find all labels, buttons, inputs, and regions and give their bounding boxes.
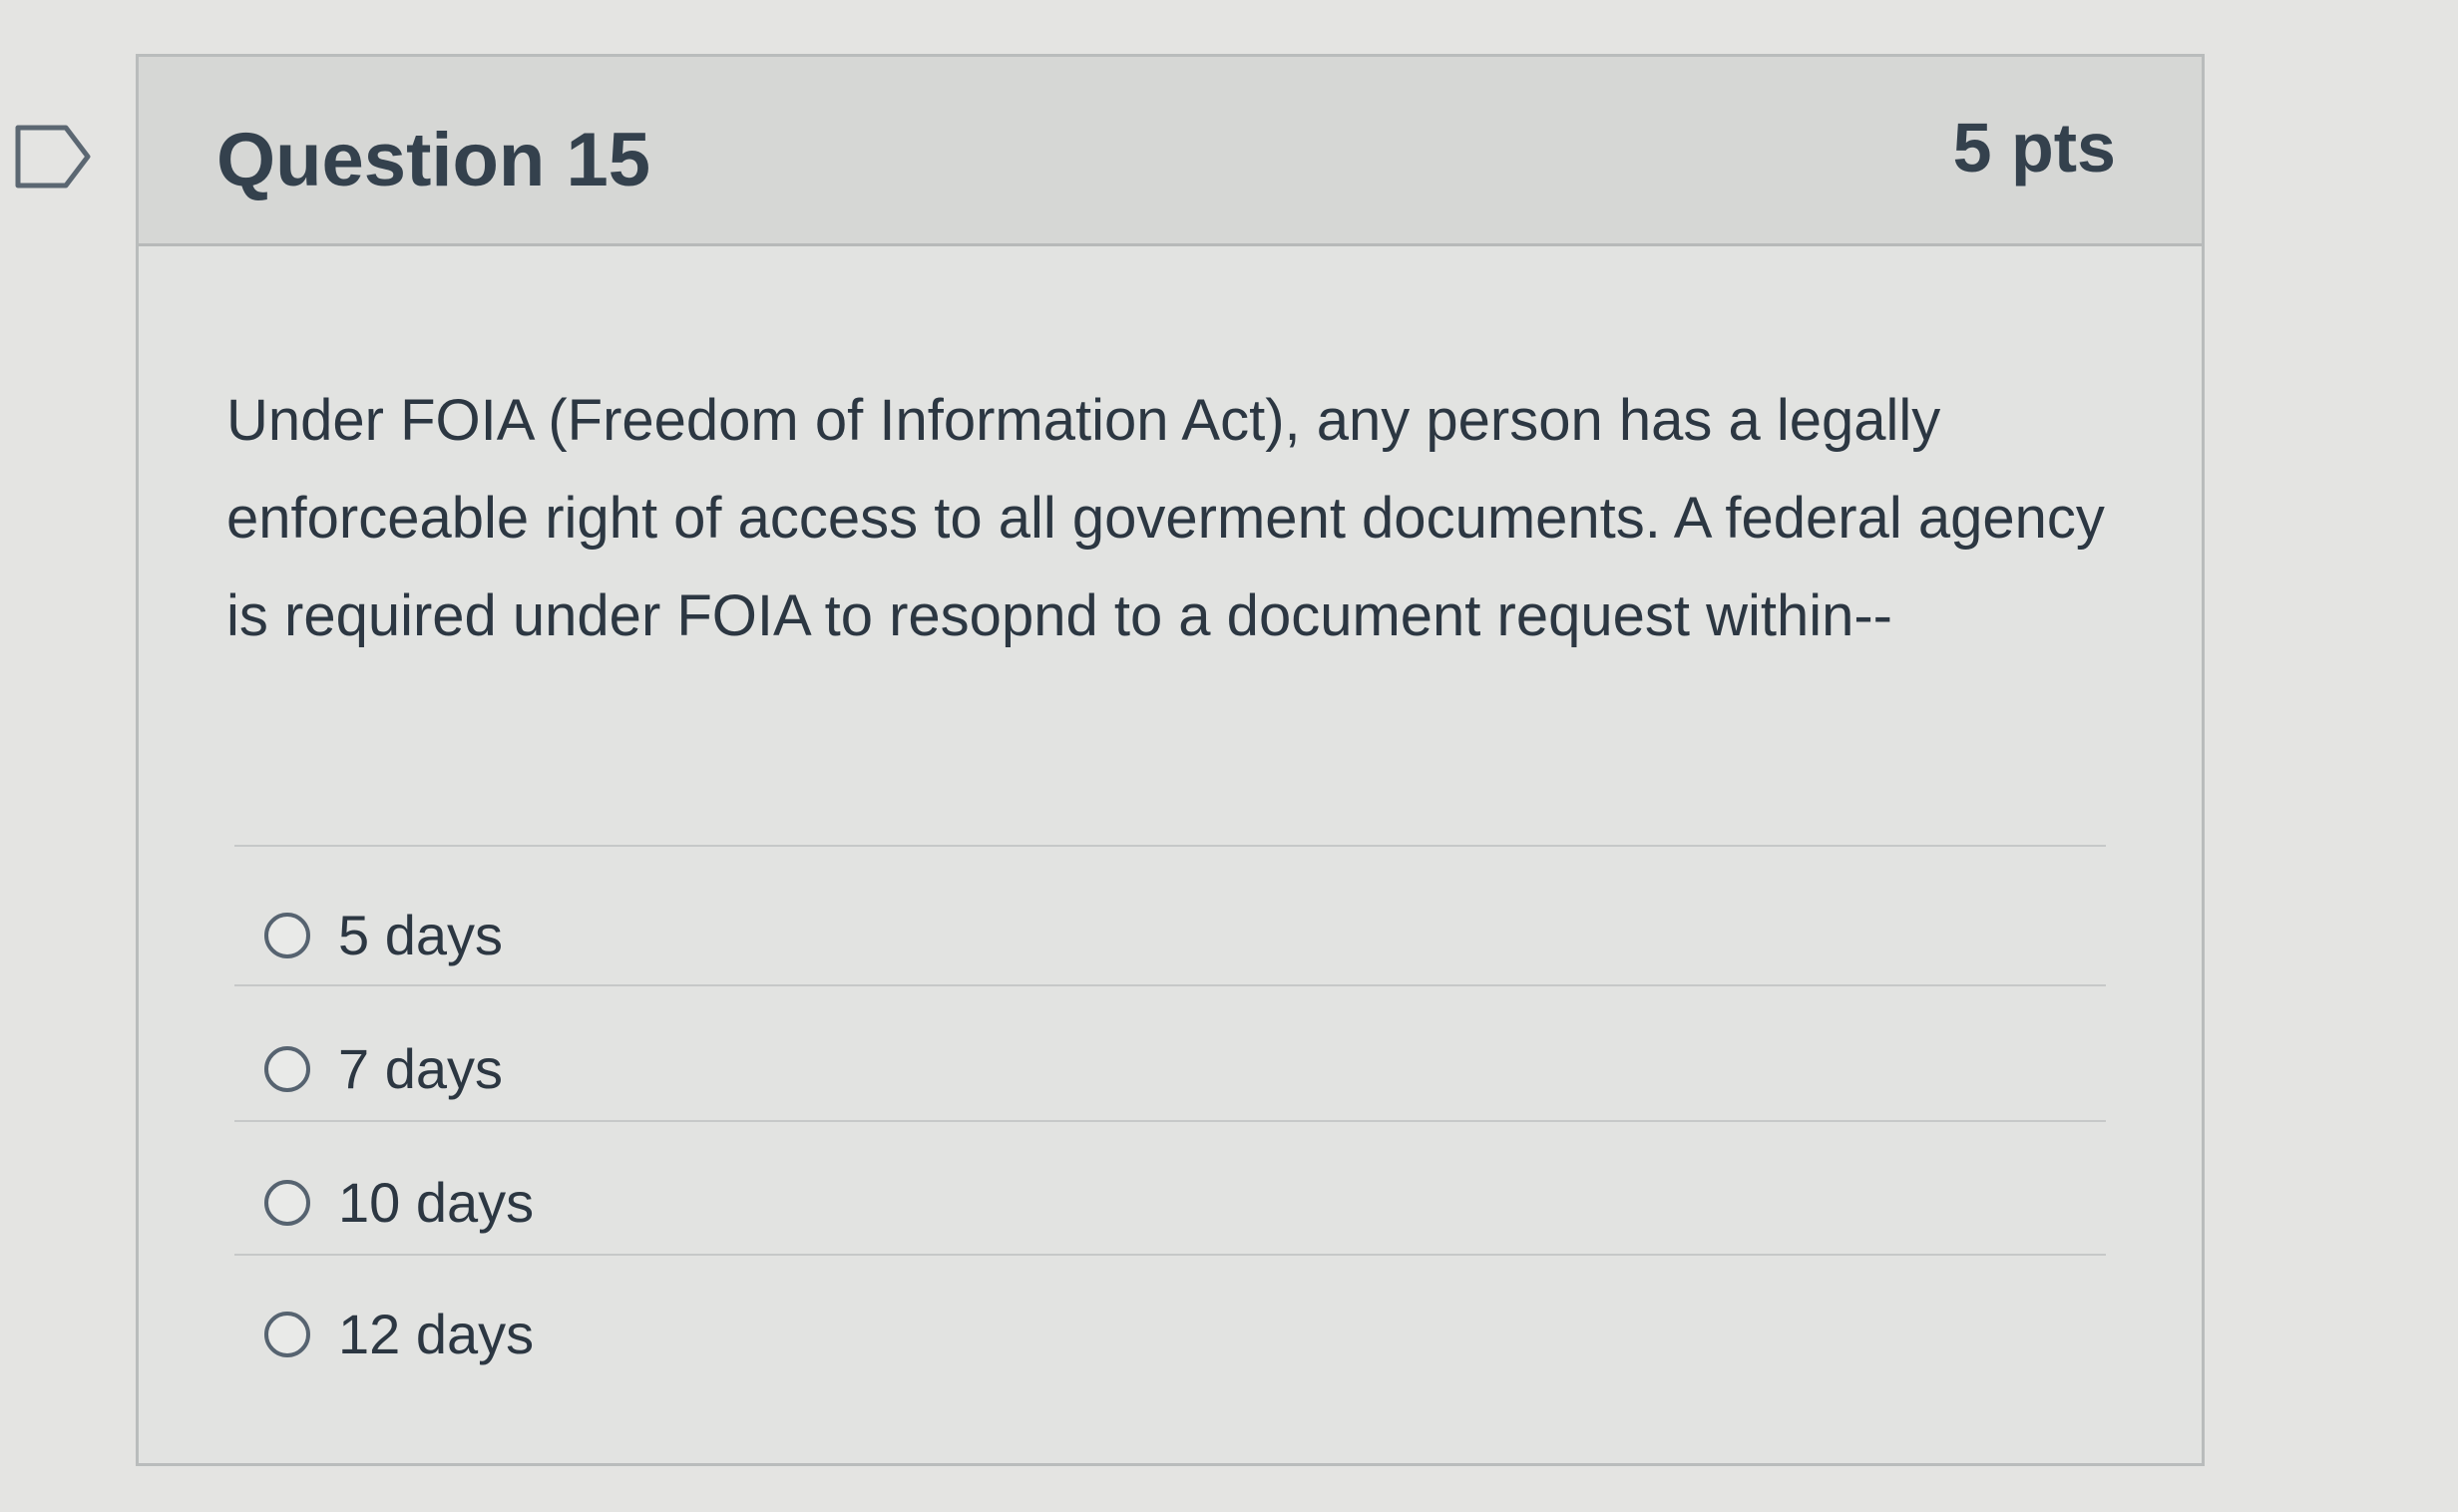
question-header: Question 15 5 pts (139, 57, 2202, 246)
answer-option[interactable]: 10 days (264, 1168, 534, 1238)
question-title: Question 15 (216, 118, 650, 202)
answer-divider (234, 1254, 2106, 1256)
radio-button-icon[interactable] (264, 1312, 310, 1357)
answer-label[interactable]: 7 days (338, 1041, 503, 1097)
question-card: Question 15 5 pts Under FOIA (Freedom of… (136, 54, 2205, 1466)
answer-label[interactable]: 5 days (338, 908, 503, 963)
answer-divider (234, 1120, 2106, 1122)
answer-option[interactable]: 12 days (264, 1300, 534, 1369)
flag-question-icon[interactable] (14, 124, 94, 189)
answer-label[interactable]: 12 days (338, 1307, 534, 1362)
answer-option[interactable]: 5 days (264, 901, 503, 970)
question-points: 5 pts (1952, 109, 2116, 187)
question-text: Under FOIA (Freedom of Information Act),… (226, 388, 2105, 648)
radio-button-icon[interactable] (264, 1180, 310, 1226)
answer-label[interactable]: 10 days (338, 1175, 534, 1231)
answer-divider (234, 984, 2106, 986)
radio-button-icon[interactable] (264, 913, 310, 958)
answer-option[interactable]: 7 days (264, 1034, 503, 1104)
radio-button-icon[interactable] (264, 1046, 310, 1092)
answers-divider (234, 845, 2106, 847)
